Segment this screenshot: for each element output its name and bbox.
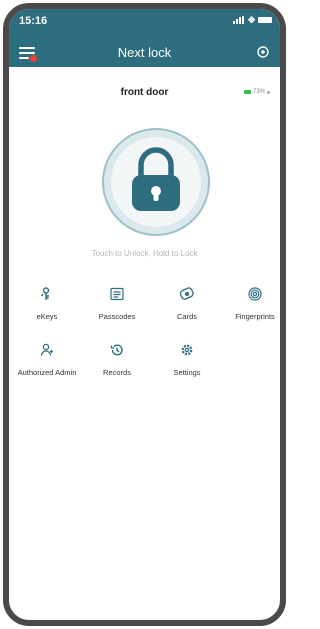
wifi-icon: ◈ [248, 14, 255, 24]
records-icon [110, 344, 123, 356]
padlock-icon [102, 128, 210, 236]
phone-frame: 15:16 ◈ Next lock front door 73% Touch t… [3, 3, 286, 626]
lock-name: front door [120, 87, 169, 98]
battery-level: 73% [252, 89, 265, 95]
passcode-icon [110, 287, 124, 301]
lock-battery: 73% [243, 89, 270, 95]
menu-item-settings[interactable]: Settings [153, 343, 221, 377]
status-bar: 15:16 ◈ [17, 15, 272, 29]
signal-icon [233, 15, 245, 24]
battery-icon [243, 90, 251, 94]
ekey-icon [40, 287, 50, 300]
menu-item-records[interactable]: Records [83, 343, 151, 377]
phone-battery-icon [258, 16, 272, 23]
card-icon [180, 287, 194, 300]
nav-bar: Next lock [9, 43, 280, 65]
menu-item-ekeys[interactable]: eKeys [13, 287, 81, 321]
menu-item-cards[interactable]: Cards [153, 287, 221, 321]
status-time: 15:16 [19, 15, 48, 27]
menu-item-passcodes[interactable]: Passcodes [83, 287, 151, 321]
status-icons: ◈ [233, 15, 272, 24]
fingerprint-icon [248, 287, 262, 301]
gear-icon[interactable] [256, 45, 270, 59]
settings-icon [181, 344, 193, 356]
unlock-button[interactable] [101, 127, 211, 237]
menu-item-authorized-admin[interactable]: Authorized Admin [13, 343, 81, 377]
page-title: Next lock [117, 45, 172, 60]
app-header: 15:16 ◈ Next lock [9, 9, 280, 67]
admin-icon [40, 343, 53, 356]
lock-hint: Touch to Unlock, Hold to Lock [91, 249, 198, 258]
menu-item-fingerprints[interactable]: Fingerprints [221, 287, 280, 321]
